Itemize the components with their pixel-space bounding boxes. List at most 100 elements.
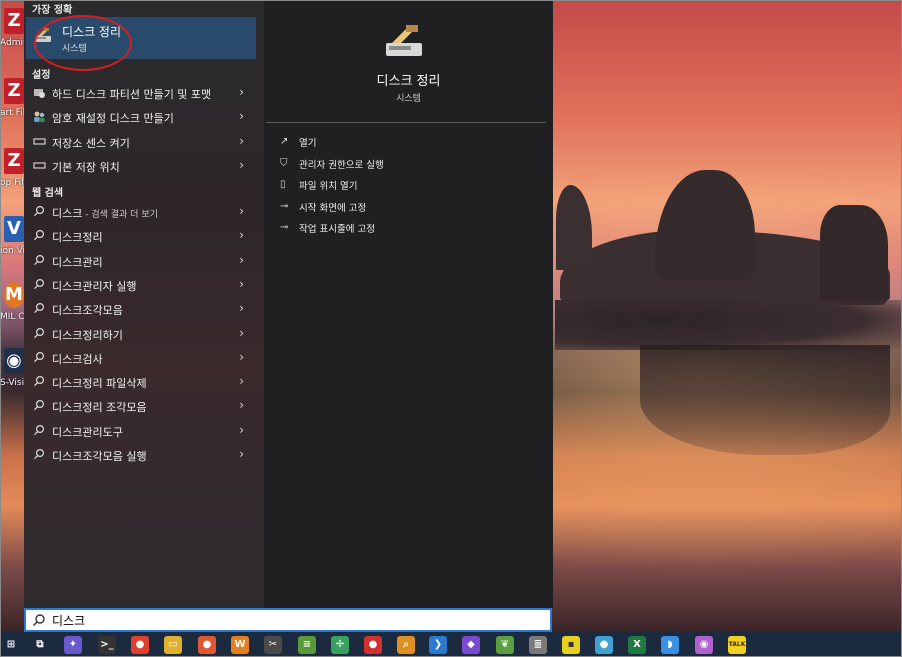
web-search-label: 디스크 - 검색 결과 더 보기 bbox=[52, 205, 158, 221]
web-search-item[interactable]: 디스크검사 › bbox=[26, 346, 256, 370]
chevron-right-icon[interactable]: › bbox=[239, 447, 244, 461]
filezilla-start-icon[interactable]: Zart File Serve bbox=[0, 72, 26, 136]
web-search-item[interactable]: 디스크조각모음 › bbox=[26, 297, 256, 321]
excel-icon[interactable]: X bbox=[628, 636, 646, 654]
detail-action-label: 열기 bbox=[299, 138, 317, 149]
web-search-item[interactable]: 디스크조각모음 실행 › bbox=[26, 443, 256, 467]
settings-result-label: 하드 디스크 파티션 만들기 및 포맷 bbox=[52, 88, 212, 101]
search-app-icon[interactable]: ⌕ bbox=[397, 636, 415, 654]
chevron-right-icon[interactable]: › bbox=[239, 301, 244, 315]
notepad-icon[interactable]: ≡ bbox=[298, 636, 316, 654]
storage-icon bbox=[32, 135, 46, 149]
settings-result-label: 암호 재설정 디스크 만들기 bbox=[52, 112, 174, 126]
settings-result-item[interactable]: 저장소 센스 켜기 › bbox=[26, 130, 256, 154]
desktop-icon-caption: S-Visi bbox=[0, 378, 25, 388]
web-search-query: 디스크관리 bbox=[52, 255, 103, 269]
file-explorer-icon[interactable]: ▭ bbox=[164, 636, 182, 654]
filezilla-admin-icon-glyph: Z bbox=[4, 8, 24, 34]
task-view-icon[interactable]: ⧉ bbox=[31, 636, 49, 654]
vision-app-icon[interactable]: Vion Vi bbox=[0, 210, 26, 274]
search-icon bbox=[32, 229, 46, 243]
kakaotalk-icon[interactable]: TALK bbox=[728, 636, 746, 654]
duckduckgo-icon[interactable]: ● bbox=[198, 636, 216, 654]
web-search-item[interactable]: 디스크관리 › bbox=[26, 249, 256, 273]
chevron-right-icon[interactable]: › bbox=[239, 423, 244, 437]
detail-action-label: 작업 표시줄에 고정 bbox=[299, 224, 375, 236]
chrome-dev-icon[interactable]: ● bbox=[595, 636, 613, 654]
detail-action-label: 시작 화면에 고정 bbox=[299, 202, 367, 214]
storage-icon bbox=[32, 159, 46, 173]
database-icon[interactable]: ≣ bbox=[529, 636, 547, 654]
chevron-right-icon[interactable]: › bbox=[239, 326, 244, 340]
chevron-right-icon[interactable]: › bbox=[239, 277, 244, 291]
whale-browser-icon[interactable]: ◗ bbox=[661, 636, 679, 654]
search-icon bbox=[32, 399, 46, 413]
settings-result-item[interactable]: 암호 재설정 디스크 만들기 › bbox=[26, 105, 256, 129]
web-search-item[interactable]: 디스크정리 파일삭제 › bbox=[26, 370, 256, 394]
filezilla-stop-icon[interactable]: Zop File Serve bbox=[0, 142, 26, 206]
settings-result-item[interactable]: 기본 저장 위치 › bbox=[26, 154, 256, 178]
web-search-label: 디스크조각모음 bbox=[52, 302, 123, 318]
chrome-icon[interactable]: ● bbox=[131, 636, 149, 654]
search-icon bbox=[32, 278, 46, 292]
purple-app-icon[interactable]: ◉ bbox=[695, 636, 713, 654]
winamp-icon[interactable]: W bbox=[231, 636, 249, 654]
web-search-query: 디스크정리 파일삭제 bbox=[52, 377, 147, 391]
chevron-right-icon[interactable]: › bbox=[239, 228, 244, 242]
detail-action-label: 파일 위치 열기 bbox=[299, 181, 358, 193]
spring-icon[interactable]: ❦ bbox=[496, 636, 514, 654]
search-icon bbox=[32, 351, 46, 365]
chevron-right-icon[interactable]: › bbox=[239, 109, 244, 123]
chevron-right-icon[interactable]: › bbox=[239, 350, 244, 364]
filezilla-start-icon-glyph: Z bbox=[4, 78, 24, 104]
start-button-icon[interactable]: ⊞ bbox=[2, 636, 20, 654]
web-search-query: 디스크정리 bbox=[52, 231, 103, 245]
settings-result-label: 기본 저장 위치 bbox=[52, 160, 120, 174]
red-highlight-circle bbox=[34, 15, 132, 71]
web-search-label: 디스크정리 조각모음 bbox=[52, 399, 147, 415]
web-search-item[interactable]: 디스크관리도구 › bbox=[26, 419, 256, 443]
web-search-item[interactable]: 디스크정리 조각모음 › bbox=[26, 394, 256, 418]
web-search-item[interactable]: 디스크정리 › bbox=[26, 224, 256, 248]
filezilla-admin-icon[interactable]: Z Admini FileZill bbox=[0, 2, 26, 66]
web-search-label: 디스크검사 bbox=[52, 351, 103, 367]
sticky-notes-icon[interactable]: ▪ bbox=[562, 636, 580, 654]
copilot-icon[interactable]: ✦ bbox=[64, 636, 82, 654]
vscode-icon[interactable]: ❯ bbox=[429, 636, 447, 654]
pin-icon: ⊸ bbox=[280, 200, 289, 212]
s-vision-icon-glyph: ◉ bbox=[4, 348, 24, 374]
search-box[interactable] bbox=[24, 608, 552, 632]
red-app-icon[interactable]: ● bbox=[364, 636, 382, 654]
fan-app-icon[interactable]: ✢ bbox=[331, 636, 349, 654]
settings-result-label: 저장소 센스 켜기 bbox=[52, 136, 130, 150]
chevron-right-icon[interactable]: › bbox=[239, 134, 244, 148]
detail-action-label: 관리자 권한으로 실행 bbox=[299, 159, 384, 171]
snipping-icon[interactable]: ✂ bbox=[264, 636, 282, 654]
search-input[interactable] bbox=[52, 611, 532, 630]
chevron-right-icon[interactable]: › bbox=[239, 398, 244, 412]
chevron-right-icon[interactable]: › bbox=[239, 204, 244, 218]
wallpaper-rock bbox=[820, 205, 888, 305]
vision-app-icon-glyph: V bbox=[4, 216, 24, 242]
mil-control-icon[interactable]: M MIL Cor Cent bbox=[0, 276, 26, 340]
s-vision-icon[interactable]: ◉ S-Visi bbox=[0, 342, 26, 406]
web-search-query: 디스크 bbox=[52, 207, 83, 220]
web-search-item[interactable]: 디스크 - 검색 결과 더 보기 › bbox=[26, 200, 256, 224]
search-icon bbox=[32, 424, 46, 438]
desktop-icon-caption: Admini FileZill bbox=[0, 38, 26, 48]
web-search-query: 디스크조각모음 실행 bbox=[52, 450, 147, 463]
search-icon bbox=[32, 327, 46, 341]
web-search-item[interactable]: 디스크정리하기 › bbox=[26, 322, 256, 346]
chevron-right-icon[interactable]: › bbox=[239, 158, 244, 172]
web-search-item[interactable]: 디스크관리자 실행 › bbox=[26, 273, 256, 297]
visual-studio-icon[interactable]: ◆ bbox=[462, 636, 480, 654]
search-icon bbox=[33, 614, 45, 626]
chevron-right-icon[interactable]: › bbox=[239, 253, 244, 267]
settings-result-item[interactable]: 하드 디스크 파티션 만들기 및 포맷 › bbox=[26, 81, 256, 105]
partition-icon bbox=[32, 86, 46, 100]
detail-divider bbox=[266, 122, 546, 123]
chevron-right-icon[interactable]: › bbox=[239, 374, 244, 388]
terminal-icon[interactable]: >_ bbox=[98, 636, 116, 654]
desktop-icon-caption: MIL Cor Cent bbox=[0, 312, 26, 322]
chevron-right-icon[interactable]: › bbox=[239, 85, 244, 99]
